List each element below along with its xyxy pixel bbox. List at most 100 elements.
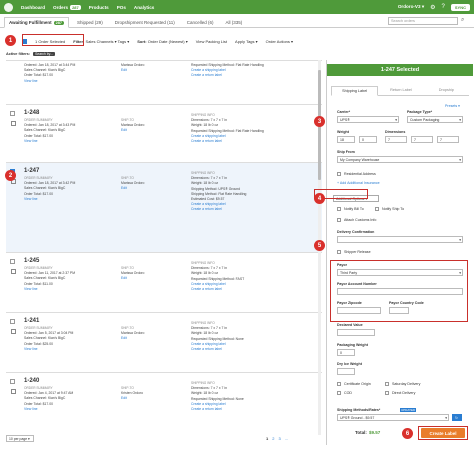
- page-2[interactable]: 2: [272, 436, 274, 441]
- order-actions-dropdown[interactable]: Order Actions ▾: [266, 39, 293, 44]
- order-checkbox[interactable]: [10, 259, 15, 264]
- cod-checkbox[interactable]: [337, 391, 341, 395]
- search-input[interactable]: Search orders: [388, 17, 458, 25]
- order-number[interactable]: 1-241: [24, 318, 39, 324]
- order-row[interactable]: 1-248 ORDER SUMMARY Ordered: Jan 18, 201…: [6, 104, 322, 162]
- select-value: UPS®: [340, 117, 350, 122]
- delivery-confirmation-select[interactable]: ▾: [337, 236, 463, 243]
- order-number[interactable]: 1-248: [24, 110, 39, 116]
- help-icon[interactable]: ?: [442, 4, 445, 10]
- ordoro-logo[interactable]: [4, 2, 13, 12]
- page-3[interactable]: 3: [278, 436, 280, 441]
- page-1[interactable]: 1: [266, 436, 268, 441]
- order-checkbox[interactable]: [10, 319, 15, 324]
- notify-ship-to-checkbox[interactable]: [375, 207, 379, 211]
- order-row-selected[interactable]: 1-247 ORDER SUMMARY Ordered: Jan 18, 201…: [6, 162, 322, 252]
- nav-products[interactable]: Products: [89, 5, 109, 10]
- weight-oz-input[interactable]: 0: [359, 136, 377, 143]
- tab-dropshipment-requested[interactable]: Dropshipment Requested (11): [111, 18, 179, 27]
- order-note-icon[interactable]: [11, 269, 16, 274]
- shipping-method-select[interactable]: UPS® Ground - $9.57 ▾: [337, 414, 449, 421]
- filter-chip[interactable]: Search by...: [33, 52, 55, 56]
- dry-ice-input[interactable]: [337, 368, 355, 375]
- filter-dropdown[interactable]: Sales Channels ▾ Tags ▾: [86, 39, 130, 44]
- order-number[interactable]: 1-240: [24, 378, 39, 384]
- order-note-icon[interactable]: [11, 389, 16, 394]
- nav-dashboard[interactable]: Dashboard: [21, 5, 45, 10]
- ship-from-select[interactable]: My Company Warehouse ▾: [337, 156, 463, 163]
- create-return-label-link[interactable]: Create a return label: [191, 347, 244, 352]
- create-return-label-link[interactable]: Create a return label: [191, 287, 244, 292]
- packaging-weight-input[interactable]: 0: [337, 349, 355, 356]
- order-note-icon[interactable]: [11, 121, 16, 126]
- view-line-link[interactable]: View line: [24, 287, 75, 292]
- tab-shipping-label[interactable]: Shipping Label: [331, 86, 379, 96]
- weight-lb-input[interactable]: 18: [337, 136, 355, 143]
- create-return-label-link[interactable]: Create a return label: [191, 73, 264, 78]
- dimension-height-input[interactable]: 7: [437, 136, 459, 143]
- declared-value-input[interactable]: [337, 329, 375, 336]
- presets-dropdown[interactable]: Presets ▾: [445, 104, 460, 108]
- edit-link[interactable]: Edit: [121, 68, 144, 73]
- order-row[interactable]: 1-245 ORDER SUMMARY Ordered: Jan 11, 201…: [6, 252, 322, 312]
- order-note-icon[interactable]: [11, 329, 16, 334]
- refresh-rates-button[interactable]: ↻: [452, 414, 462, 421]
- tab-dropship[interactable]: Dropship: [424, 86, 469, 95]
- view-line-link[interactable]: View line: [24, 139, 75, 144]
- create-return-label-link[interactable]: Create a return label: [191, 407, 244, 412]
- view-line-link[interactable]: View line: [24, 347, 73, 352]
- edit-link[interactable]: Edit: [121, 336, 144, 341]
- chevron-down-icon: ▾: [445, 415, 447, 420]
- tab-return-label[interactable]: Return Label: [378, 86, 423, 95]
- edit-link[interactable]: Edit: [121, 276, 144, 281]
- notify-ship-to-label: Notify Ship To: [382, 207, 405, 211]
- direct-delivery-checkbox[interactable]: [385, 391, 389, 395]
- order-number[interactable]: 1-247: [24, 168, 39, 174]
- nav-orders[interactable]: Orders 287: [53, 4, 81, 10]
- tab-awaiting-fulfillment[interactable]: Awaiting Fulfillment 287: [4, 17, 70, 28]
- view-packing-list-link[interactable]: View Packing List: [196, 39, 227, 44]
- view-line-link[interactable]: View line: [24, 407, 73, 412]
- sort-dropdown[interactable]: Order Date (Newest) ▾: [148, 39, 188, 44]
- per-page-select[interactable]: 10 per page ▾: [6, 435, 34, 442]
- edit-link[interactable]: Edit: [121, 128, 144, 133]
- add-insurance-link[interactable]: + Add Additional Insurance: [337, 181, 380, 185]
- saturday-delivery-label: Saturday Delivery: [392, 382, 421, 386]
- search-icon[interactable]: ⌕: [461, 17, 464, 24]
- shipper-release-checkbox[interactable]: [337, 250, 341, 254]
- dimension-length-input[interactable]: 7: [385, 136, 407, 143]
- residential-checkbox[interactable]: [337, 172, 341, 176]
- dimension-width-input[interactable]: 7: [411, 136, 433, 143]
- edit-link[interactable]: Edit: [121, 186, 144, 191]
- ship-to: SHIP-TO Kristen Ordoro Edit: [121, 386, 143, 402]
- nav-label: Analytics: [133, 4, 155, 10]
- order-row[interactable]: Ordered: Jan 18, 2017 at 3:44 PM Sales C…: [6, 60, 322, 104]
- settings-icon[interactable]: ⚙: [430, 4, 435, 11]
- apply-tags-dropdown[interactable]: Apply Tags ▾: [235, 39, 258, 44]
- account-menu[interactable]: Ordoro-V3 ▾: [398, 4, 424, 10]
- order-checkbox[interactable]: [10, 111, 15, 116]
- view-line-link[interactable]: View line: [24, 197, 75, 202]
- order-number[interactable]: 1-245: [24, 258, 39, 264]
- nav-pos[interactable]: POs: [117, 5, 126, 10]
- edit-link[interactable]: Edit: [121, 396, 143, 401]
- tab-cancelled[interactable]: Cancelled (6): [183, 18, 218, 27]
- package-type-select[interactable]: Custom Packaging ▾: [407, 116, 463, 123]
- chevron-down-icon: ▾: [459, 157, 461, 162]
- order-row[interactable]: 1-240 ORDER SUMMARY Ordered: Jan 4, 2017…: [6, 372, 322, 432]
- sync-button[interactable]: SYNC: [450, 3, 470, 11]
- certificate-origin-label: Certificate Origin: [344, 382, 371, 386]
- create-return-label-link[interactable]: Create a return label: [191, 207, 246, 212]
- tab-all[interactable]: All (335): [222, 18, 247, 27]
- tab-shipped[interactable]: Shipped (29): [73, 18, 107, 27]
- nav-analytics[interactable]: Analytics: [134, 5, 154, 10]
- view-line-link[interactable]: View line: [24, 79, 75, 84]
- attach-customs-checkbox[interactable]: [337, 218, 341, 222]
- saturday-delivery-checkbox[interactable]: [385, 382, 389, 386]
- create-return-label-link[interactable]: Create a return label: [191, 139, 264, 144]
- order-checkbox[interactable]: [10, 379, 15, 384]
- notify-bill-to-checkbox[interactable]: [337, 207, 341, 211]
- order-row[interactable]: 1-241 ORDER SUMMARY Ordered: Jan 5, 2017…: [6, 312, 322, 372]
- certificate-origin-checkbox[interactable]: [337, 382, 341, 386]
- carrier-select[interactable]: UPS® ▾: [337, 116, 399, 123]
